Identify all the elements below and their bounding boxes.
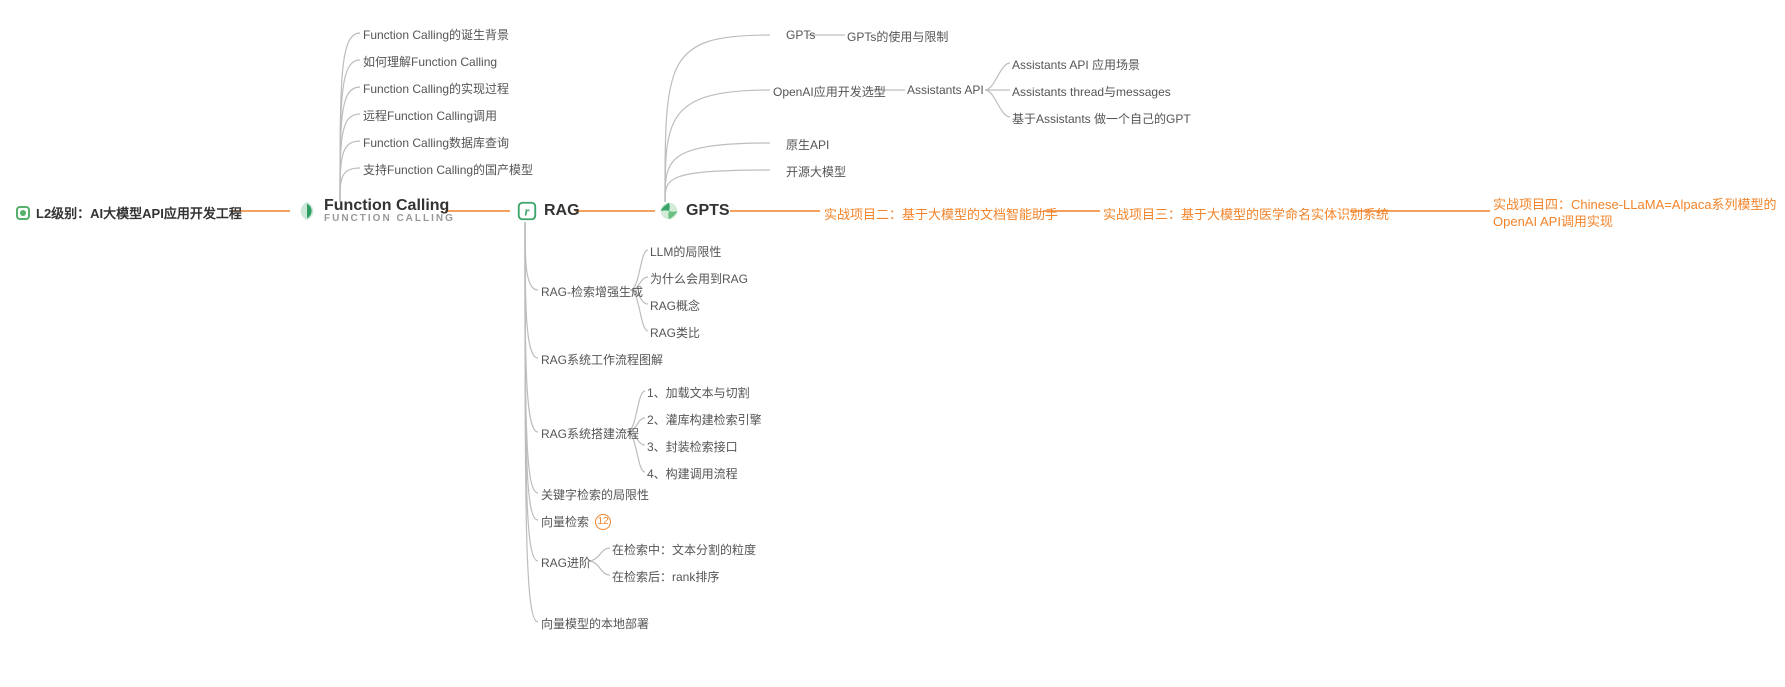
hub-rag-label: RAG xyxy=(544,202,580,220)
connector-lines xyxy=(0,0,1785,687)
rag-leaf[interactable]: 2、灌库构建检索引擎 xyxy=(647,411,762,428)
fc-leaf[interactable]: 如何理解Function Calling xyxy=(363,53,497,70)
hub-fc-sub: FUNCTION CALLING xyxy=(324,213,455,224)
rag-branch-advanced[interactable]: RAG进阶 xyxy=(541,554,591,571)
project-4[interactable]: 实战项目四：Chinese-LLaMA=Alpaca系列模型的 OpenAI A… xyxy=(1493,197,1777,231)
root-label: L2级别：AI大模型API应用开发工程 xyxy=(36,203,242,222)
count-badge: 12 xyxy=(595,514,611,530)
hub-rag[interactable]: r RAG xyxy=(516,200,580,222)
rag-leaf[interactable]: RAG类比 xyxy=(650,324,700,341)
rag-leaf[interactable]: RAG概念 xyxy=(650,297,700,314)
root-icon xyxy=(16,206,30,220)
gpts-assistants-leaf[interactable]: 基于Assistants 做一个自己的GPT xyxy=(1012,110,1191,127)
gpts-branch-open-llm[interactable]: 开源大模型 xyxy=(786,163,846,180)
rag-leaf[interactable]: 为什么会用到RAG xyxy=(650,270,748,287)
rag-branch-vector-search[interactable]: 向量检索 12 xyxy=(541,513,611,530)
rag-leaf[interactable]: 3、封装检索接口 xyxy=(647,438,738,455)
rag-branch-build-steps[interactable]: RAG系统搭建流程 xyxy=(541,425,639,442)
hub-function-calling[interactable]: Function Calling FUNCTION CALLING xyxy=(296,197,455,224)
gpts-assistants-leaf[interactable]: Assistants thread与messages xyxy=(1012,83,1171,100)
fc-leaf[interactable]: Function Calling的实现过程 xyxy=(363,80,509,97)
rag-branch-flow-diagram[interactable]: RAG系统工作流程图解 xyxy=(541,351,663,368)
rag-leaf[interactable]: LLM的局限性 xyxy=(650,243,721,260)
gpts-assistants-api[interactable]: Assistants API xyxy=(907,83,984,97)
fc-leaf[interactable]: Function Calling的诞生背景 xyxy=(363,26,509,43)
rag-leaf[interactable]: 4、构建调用流程 xyxy=(647,465,738,482)
gpts-branch-native-api[interactable]: 原生API xyxy=(786,136,829,153)
fc-leaf[interactable]: 支持Function Calling的国产模型 xyxy=(363,161,533,178)
fc-leaf[interactable]: 远程Function Calling调用 xyxy=(363,107,497,124)
rag-leaf[interactable]: 在检索中：文本分割的粒度 xyxy=(612,541,756,558)
gpts-leaf[interactable]: GPTs的使用与限制 xyxy=(847,28,948,45)
fc-leaf[interactable]: Function Calling数据库查询 xyxy=(363,134,509,151)
hub-gpts-label: GPTS xyxy=(686,202,730,220)
gpts-assistants-leaf[interactable]: Assistants API 应用场景 xyxy=(1012,56,1140,73)
hub-gpts[interactable]: GPTS xyxy=(658,200,730,222)
rag-leaf[interactable]: 在检索后：rank排序 xyxy=(612,568,719,585)
gpts-branch-openai[interactable]: OpenAI应用开发选型 xyxy=(773,83,886,100)
rag-branch-intro[interactable]: RAG-检索增强生成 xyxy=(541,283,643,300)
project-3[interactable]: 实战项目三：基于大模型的医学命名实体识别系统 xyxy=(1103,204,1389,223)
gpts-branch-gpts[interactable]: GPTs xyxy=(786,28,815,42)
rag-leaf[interactable]: 1、加载文本与切割 xyxy=(647,384,750,401)
function-calling-icon xyxy=(296,200,318,222)
rag-branch-keyword-limit[interactable]: 关键字检索的局限性 xyxy=(541,486,649,503)
root-node[interactable]: L2级别：AI大模型API应用开发工程 xyxy=(16,203,242,222)
rag-icon: r xyxy=(516,200,538,222)
project-2[interactable]: 实战项目二：基于大模型的文档智能助手 xyxy=(824,204,1058,223)
rag-branch-local-deploy[interactable]: 向量模型的本地部署 xyxy=(541,615,649,632)
gpts-icon xyxy=(658,200,680,222)
